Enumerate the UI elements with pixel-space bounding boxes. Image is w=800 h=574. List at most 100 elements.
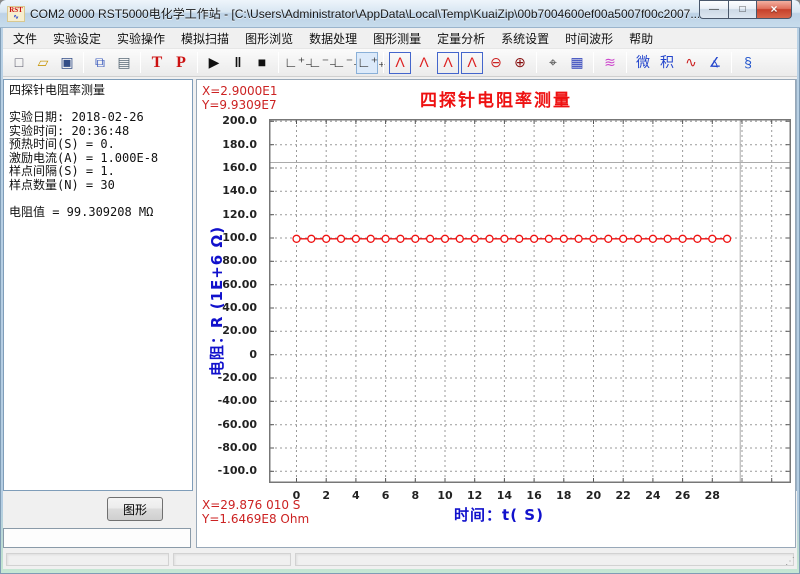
axis-scale-icon-4[interactable]: ∟⁺₊ [356,52,378,74]
pause-icon[interactable]: ‖ [227,52,249,74]
menu-item[interactable]: 文件 [5,28,45,49]
open-file-icon[interactable]: ▱ [32,52,54,74]
serial-link-icon[interactable]: § [737,52,759,74]
plot-svg[interactable] [269,119,791,483]
toolbar-separator [731,52,732,73]
integral-icon[interactable]: 积 [656,52,678,74]
menu-item[interactable]: 系统设置 [493,28,557,49]
y-tick-label: -100.0 [197,464,263,477]
x-tick-label: 12 [462,489,488,502]
experiment-info-panel[interactable]: 四探针电阻率测量 实验日期: 2018-02-26实验时间: 20:36:48预… [3,79,193,491]
toolbar-separator [83,52,84,73]
print-icon[interactable]: ▤ [113,52,135,74]
chart-title: 四探针电阻率测量 [197,86,795,111]
y-tick-label: 100.0 [197,231,263,244]
graph-button[interactable]: 图形 [107,497,163,521]
measure-icon[interactable]: ∡ [704,52,726,74]
window-title: COM2 0000 RST5000电化学工作站 - [C:\Users\Admi… [30,5,699,22]
menu-item[interactable]: 定量分析 [429,28,493,49]
window-controls: — □ × [699,0,792,19]
x-tick-label: 26 [670,489,696,502]
curve-center-y-icon[interactable]: Λ [413,52,435,74]
menu-item[interactable]: 实验设定 [45,28,109,49]
stop-icon[interactable]: ■ [251,52,273,74]
smooth-curve-icon[interactable]: ≋ [599,52,621,74]
title-bar[interactable]: RST ∿ COM2 0000 RST5000电化学工作站 - [C:\User… [0,0,800,28]
run-icon[interactable]: ▶ [203,52,225,74]
axis-scale-icon-2[interactable]: ∟⁻₋ [308,52,330,74]
chart-panel[interactable]: X=2.9000E1 Y=9.9309E7 四探针电阻率测量 电阻：R (1E+… [196,79,796,548]
menu-item[interactable]: 实验操作 [109,28,173,49]
x-tick-label: 2 [313,489,339,502]
menu-item[interactable]: 数据处理 [301,28,365,49]
y-tick-label: 140.0 [197,184,263,197]
info-line: 实验时间: 20:36:48 [9,125,188,139]
x-tick-label: 22 [610,489,636,502]
y-tick-label: -20.00 [197,371,263,384]
empty-input-box[interactable] [3,528,191,548]
close-button[interactable]: × [757,0,792,19]
x-axis-title: 时间：t( S) [269,504,729,525]
x-tick-label: 18 [551,489,577,502]
y-tick-label: 160.0 [197,161,263,174]
x-tick-label: 24 [640,489,666,502]
status-bar [3,551,797,569]
info-line: 样点间隔(S) = 1. [9,165,188,179]
axis-scale-icon-1[interactable]: ∟⁺₋ [284,52,306,74]
x-tick-label: 14 [491,489,517,502]
x-tick-label: 28 [699,489,725,502]
zoom-out-icon[interactable]: ⊖ [485,52,507,74]
curve-window-1-icon[interactable]: Λ [437,52,459,74]
status-section [6,553,169,566]
cursor-bottom-x: X=29.876 010 S [202,498,309,512]
toolbar-separator [593,52,594,73]
cursor-readout-bottom: X=29.876 010 S Y=1.6469E8 Ohm [202,498,309,526]
x-tick-label: 8 [402,489,428,502]
info-line: 激励电流(A) = 1.000E-8 [9,152,188,166]
x-tick-label: 4 [343,489,369,502]
curve-window-2-icon[interactable]: Λ [461,52,483,74]
info-line [9,98,188,112]
menu-item[interactable]: 模拟扫描 [173,28,237,49]
toolbar-separator [383,52,384,73]
new-file-icon[interactable]: □ [8,52,30,74]
y-tick-label: -60.00 [197,418,263,431]
toolbar-separator [140,52,141,73]
curve-expand-y-icon[interactable]: Λ [389,52,411,74]
save-icon[interactable]: ▣ [56,52,78,74]
x-tick-label: 10 [432,489,458,502]
x-tick-label: 16 [521,489,547,502]
menu-item[interactable]: 图形浏览 [237,28,301,49]
info-line: 预热时间(S) = 0. [9,138,188,152]
y-tick-label: -40.00 [197,394,263,407]
client-area: 文件实验设定实验操作模拟扫描图形浏览数据处理图形测量定量分析系统设置时间波形帮助… [3,28,797,569]
y-tick-label: 200.0 [197,114,263,127]
menu-item[interactable]: 帮助 [621,28,661,49]
toolbar-separator [536,52,537,73]
y-tick-label: 60.00 [197,278,263,291]
app-window: RST ∿ COM2 0000 RST5000电化学工作站 - [C:\User… [0,0,800,574]
info-line [9,192,188,206]
curve-axes-icon[interactable]: ⌖ [542,52,564,74]
toolbar: □▱▣⧉▤TP▶‖■∟⁺₋∟⁻₋∟⁻₊∟⁺₊ΛΛΛΛ⊖⊕⌖▦≋微积∿∡§ [3,48,797,77]
text-p-icon[interactable]: P [170,52,192,74]
toolbar-separator [197,52,198,73]
resize-grip-icon[interactable]: ⋰ [785,556,795,567]
axis-scale-icon-3[interactable]: ∟⁻₊ [332,52,354,74]
derivative-icon[interactable]: 微 [632,52,654,74]
y-tick-label: -80.00 [197,441,263,454]
minimize-button[interactable]: — [699,0,728,19]
x-tick-label: 20 [580,489,606,502]
status-section [295,553,794,566]
menu-item[interactable]: 时间波形 [557,28,621,49]
y-tick-label: 0 [197,348,263,361]
status-section [173,553,291,566]
maximize-button[interactable]: □ [728,0,757,19]
y-tick-label: 80.00 [197,254,263,267]
data-table-icon[interactable]: ▦ [566,52,588,74]
text-t-icon[interactable]: T [146,52,168,74]
menu-item[interactable]: 图形测量 [365,28,429,49]
copy-icon[interactable]: ⧉ [89,52,111,74]
fit-curve-icon[interactable]: ∿ [680,52,702,74]
zoom-in-icon[interactable]: ⊕ [509,52,531,74]
